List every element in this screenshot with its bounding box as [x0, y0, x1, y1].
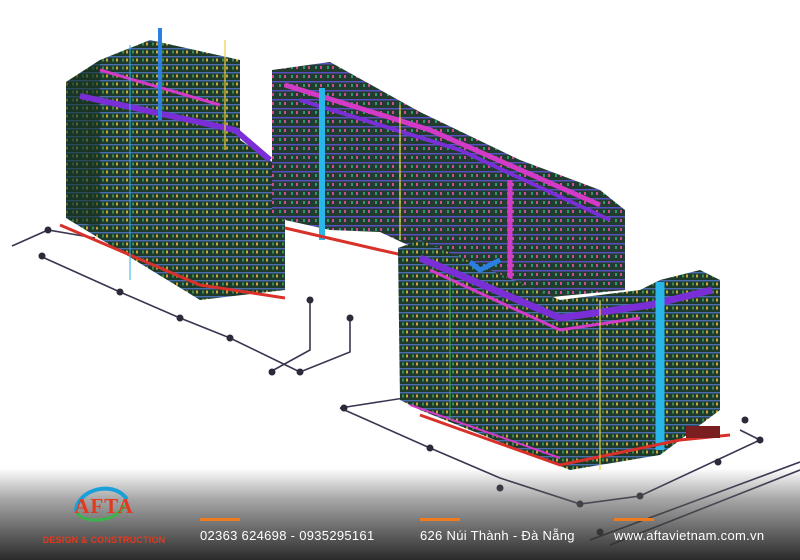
brand-name: AFTA	[74, 494, 134, 518]
address-text: 626 Núi Thành - Đà Nẵng	[420, 528, 575, 543]
website-link[interactable]: www.aftavietnam.com.vn	[614, 528, 764, 543]
accent-bar	[200, 518, 240, 521]
brand-tagline: DESIGN & CONSTRUCTION	[42, 535, 166, 545]
accent-bar	[614, 518, 654, 521]
accent-bar	[420, 518, 460, 521]
phone-text: 02363 624698 - 0935295161	[200, 528, 375, 543]
tower-block-left	[59, 28, 286, 300]
afta-logo: AFTA DESIGN & CONSTRUCTION	[34, 480, 174, 550]
